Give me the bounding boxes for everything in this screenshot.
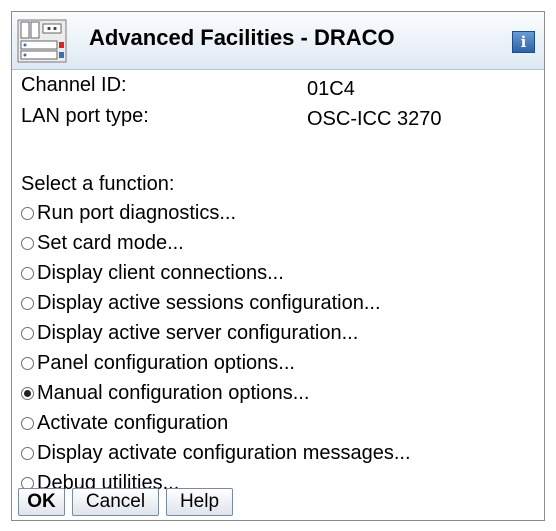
cancel-button[interactable]: Cancel [72, 488, 159, 516]
option-label: Activate configuration [37, 411, 229, 434]
function-option-display-client-connections[interactable]: Display client connections... [21, 258, 411, 288]
option-label: Display active sessions configuration... [37, 291, 381, 314]
option-label: Display client connections... [37, 261, 284, 284]
option-label: Panel configuration options... [37, 351, 295, 374]
radio-button[interactable] [21, 236, 34, 250]
window-title: Advanced Facilities - DRACO [89, 25, 395, 50]
channel-id-value: 01C4 [307, 78, 355, 100]
function-option-display-activate-configuration-messages[interactable]: Display activate configuration messages.… [21, 438, 411, 468]
function-option-set-card-mode[interactable]: Set card mode... [21, 228, 411, 258]
help-button[interactable]: Help [166, 488, 233, 516]
radio-button[interactable] [21, 446, 34, 460]
radio-button[interactable] [21, 206, 34, 220]
option-label: Display activate configuration messages.… [37, 441, 411, 464]
lan-port-type-label: LAN port type: [21, 105, 149, 127]
function-option-panel-configuration-options[interactable]: Panel configuration options... [21, 348, 411, 378]
function-prompt: Select a function: [21, 173, 175, 195]
lan-port-type-value: OSC-ICC 3270 [307, 108, 442, 130]
function-option-activate-configuration[interactable]: Activate configuration [21, 408, 411, 438]
button-bar: OK Cancel Help [18, 488, 233, 516]
radio-button[interactable] [21, 416, 34, 430]
option-label: Set card mode... [37, 231, 184, 254]
title-bar: Advanced Facilities - DRACO i [12, 12, 544, 70]
radio-button[interactable] [21, 326, 34, 340]
radio-button[interactable] [21, 266, 34, 280]
function-option-manual-configuration-options[interactable]: Manual configuration options... [21, 378, 411, 408]
option-label: Display active server configuration... [37, 321, 359, 344]
info-icon[interactable]: i [512, 31, 535, 53]
ok-button[interactable]: OK [18, 488, 65, 516]
radio-button[interactable] [21, 356, 34, 370]
function-option-run-port-diagnostics[interactable]: Run port diagnostics... [21, 198, 411, 228]
server-rack-icon [17, 19, 67, 63]
radio-button[interactable] [21, 386, 34, 400]
radio-button[interactable] [21, 296, 34, 310]
function-option-display-active-sessions-configuration[interactable]: Display active sessions configuration... [21, 288, 411, 318]
channel-id-label: Channel ID: [21, 74, 127, 96]
function-option-display-active-server-configuration[interactable]: Display active server configuration... [21, 318, 411, 348]
advanced-facilities-panel: Advanced Facilities - DRACO i Channel ID… [11, 11, 545, 521]
function-radio-group: Run port diagnostics... Set card mode...… [21, 198, 411, 498]
option-label: Run port diagnostics... [37, 201, 236, 224]
option-label: Manual configuration options... [37, 381, 310, 404]
